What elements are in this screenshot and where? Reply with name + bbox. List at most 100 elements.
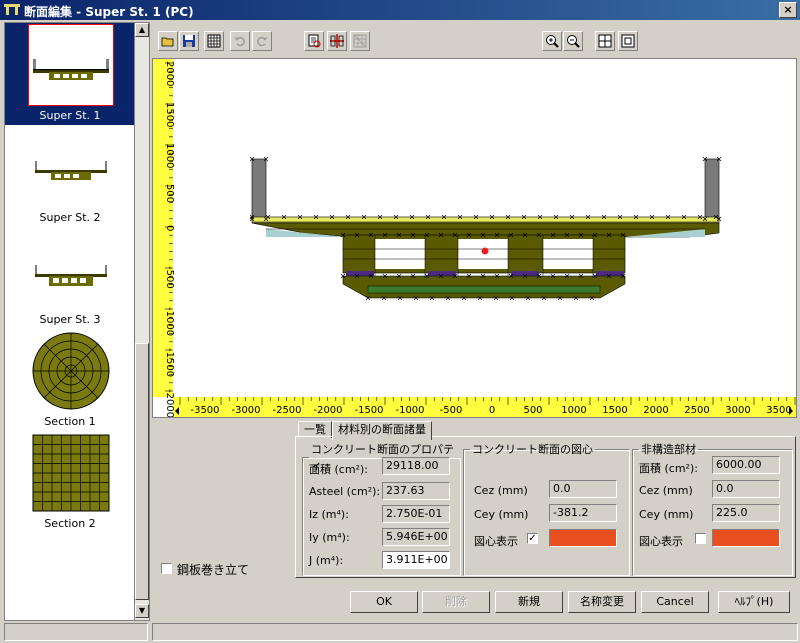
mesh-icon <box>353 34 367 48</box>
properties-icon <box>308 34 321 48</box>
center-button[interactable] <box>327 31 347 51</box>
y-ruler-label: -500 <box>164 266 175 289</box>
delete-button[interactable]: 削除 <box>422 591 490 613</box>
redo-button[interactable] <box>252 31 272 51</box>
status-pane-2 <box>152 623 798 641</box>
nonstructural-legend: 非構造部材 <box>641 443 696 456</box>
save-button[interactable] <box>179 31 199 51</box>
ns-area-field: 6000.00 <box>712 456 780 474</box>
iy-field: 5.946E+00 <box>382 528 450 546</box>
rename-button[interactable]: 名称変更 <box>568 591 636 613</box>
x-ruler-label: 3500 <box>766 405 791 416</box>
scroll-thumb[interactable] <box>135 343 149 600</box>
section-item-super-st-3[interactable]: Super St. 3 <box>5 227 135 329</box>
extent-button[interactable] <box>618 31 638 51</box>
section-thumbnail <box>29 331 113 411</box>
centroid-color-swatch[interactable] <box>549 529 617 547</box>
area-field: 29118.00 <box>382 457 450 475</box>
open-icon <box>161 37 174 47</box>
section-drawing-canvas[interactable]: 2000 1500 1000 500 0 -500 -1000 -1500 -2000 -350… <box>152 58 797 418</box>
asteel-label: Asteel (cm²): <box>309 485 381 498</box>
zoom-in-button[interactable] <box>542 31 562 51</box>
open-button[interactable] <box>158 31 178 51</box>
y-ruler-label: -2000 <box>164 389 175 417</box>
section-thumbnail <box>28 24 114 106</box>
x-ruler-label: 1000 <box>561 405 586 416</box>
section-item-section-2[interactable]: Section 2 <box>5 431 135 533</box>
mesh-button[interactable] <box>350 31 370 51</box>
ns-centroid-color-swatch[interactable] <box>712 529 780 547</box>
cey-label: Cey (mm) <box>474 508 529 521</box>
scroll-down-button[interactable]: ▼ <box>135 604 149 618</box>
x-ruler-label: -1000 <box>395 405 424 416</box>
section-item-label: Section 2 <box>44 517 96 530</box>
tab-list-label: 一覧 <box>304 423 326 436</box>
fit-icon <box>598 34 612 48</box>
iy-label: Iy (m⁴): <box>309 531 350 544</box>
iz-field: 2.750E-01 <box>382 505 450 523</box>
undo-button[interactable] <box>230 31 250 51</box>
cancel-button[interactable]: Cancel <box>641 591 709 613</box>
x-ruler-label: -1500 <box>354 405 383 416</box>
x-ruler-label: -3500 <box>190 405 219 416</box>
toolbar <box>152 22 798 58</box>
ns-cez-label: Cez (mm) <box>639 484 693 497</box>
app-icon <box>4 4 20 15</box>
asteel-field: 237.63 <box>382 482 450 500</box>
y-ruler-label: 0 <box>164 225 175 231</box>
y-ruler-label: 1000 <box>164 143 175 168</box>
cez-field: 0.0 <box>549 480 617 498</box>
zoom-out-button[interactable] <box>563 31 583 51</box>
ok-button[interactable]: OK <box>350 591 418 613</box>
show-centroid-checkbox[interactable]: ✓ <box>527 533 538 544</box>
tab-materials[interactable]: 材料別の断面諸量 <box>332 421 432 440</box>
y-ruler-label: 2000 <box>164 61 175 86</box>
close-button[interactable]: × <box>779 2 797 18</box>
fit-button[interactable] <box>595 31 615 51</box>
tab-materials-label: 材料別の断面諸量 <box>338 423 426 436</box>
extent-icon <box>621 34 635 48</box>
grid-button[interactable] <box>204 31 224 51</box>
section-thumbnail <box>29 127 113 207</box>
x-ruler-label: -3000 <box>231 405 260 416</box>
j-field[interactable]: 3.911E+00 <box>382 551 450 569</box>
undo-icon <box>234 36 245 47</box>
section-item-section-1[interactable]: Section 1 <box>5 329 135 431</box>
x-ruler-label: 2000 <box>643 405 668 416</box>
concrete-centroid-legend: コンクリート断面の図心 <box>472 443 593 456</box>
x-ruler-label: 0 <box>489 405 495 416</box>
ns-cey-label: Cey (mm) <box>639 508 694 521</box>
x-ruler-label: -500 <box>440 405 463 416</box>
x-ruler-label: -2500 <box>272 405 301 416</box>
save-icon <box>183 35 195 47</box>
section-item-label: Super St. 2 <box>39 211 101 224</box>
scroll-up-button[interactable]: ▲ <box>135 23 149 37</box>
center-icon <box>330 34 344 48</box>
x-ruler-label: 2500 <box>684 405 709 416</box>
section-item-super-st-2[interactable]: Super St. 2 <box>5 125 135 227</box>
status-pane-1 <box>4 623 148 641</box>
iz-label: Iz (m⁴): <box>309 508 349 521</box>
zoom-out-icon <box>567 35 580 48</box>
cez-label: Cez (mm) <box>474 484 528 497</box>
x-ruler-label: -2000 <box>313 405 342 416</box>
x-ruler-label: 500 <box>523 405 542 416</box>
sidebar-scrollbar[interactable]: ▲ ▼ <box>134 22 150 621</box>
cross-section-shape <box>249 156 722 301</box>
ns-area-label: 面積 (cm²): <box>639 462 698 475</box>
ns-show-centroid-checkbox[interactable] <box>695 533 706 544</box>
new-button[interactable]: 新規 <box>495 591 563 613</box>
section-item-label: Section 1 <box>44 415 96 428</box>
j-label: J (m⁴): <box>309 554 344 567</box>
section-item-super-st-1[interactable]: Super St. 1 <box>5 23 135 125</box>
section-thumbnail <box>29 433 113 513</box>
properties-button[interactable] <box>304 31 324 51</box>
help-button[interactable]: ﾍﾙﾌﾟ(H) <box>718 591 790 613</box>
x-ruler-label: 3000 <box>725 405 750 416</box>
ns-cez-field: 0.0 <box>712 480 780 498</box>
x-ruler-label: 1500 <box>602 405 627 416</box>
steel-wrap-checkbox[interactable] <box>161 563 172 574</box>
grid-icon <box>207 34 221 48</box>
section-thumbnail <box>29 229 113 309</box>
redo-icon <box>257 36 268 47</box>
